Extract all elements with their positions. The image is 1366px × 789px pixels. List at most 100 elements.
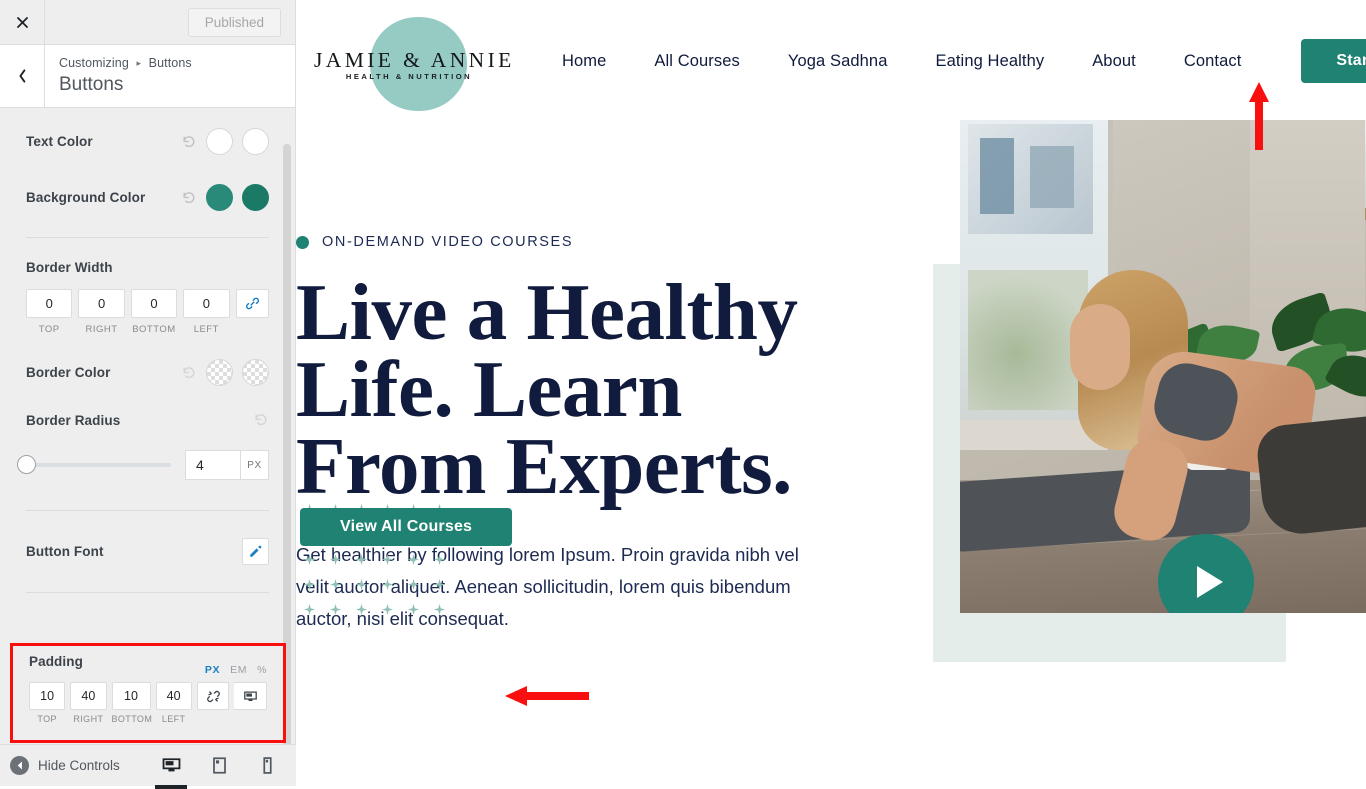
hero-eyebrow-label: ON-DEMAND VIDEO COURSES <box>322 234 574 250</box>
reset-icon[interactable] <box>181 365 197 381</box>
control-border-width: Border Width 0 TOP 0 RIGHT 0 BOTTOM 0 LE… <box>26 238 269 335</box>
padding-top: 10 TOP <box>29 682 66 724</box>
nav-item-about[interactable]: About <box>1068 52 1160 71</box>
pencil-icon[interactable] <box>242 538 269 565</box>
padding-left: 40 LEFT <box>155 682 192 724</box>
desktop-icon[interactable] <box>234 682 268 710</box>
slider-handle[interactable] <box>17 455 36 474</box>
breadcrumb-separator-icon: ▸ <box>136 58 142 68</box>
view-all-courses-button[interactable]: View All Courses <box>300 508 513 546</box>
border-width-label: Border Width <box>26 260 113 275</box>
border-width-left-caption: LEFT <box>193 324 219 335</box>
padding-right-input[interactable]: 40 <box>70 682 107 710</box>
control-border-color: Border Color <box>26 335 269 386</box>
site-logo[interactable]: JAMIE & ANNIE HEALTH & NUTRITION <box>314 9 511 113</box>
border-radius-slider-row: 4 PX <box>17 450 269 480</box>
border-width-inputs: 0 TOP 0 RIGHT 0 BOTTOM 0 LEFT <box>26 289 269 335</box>
customizer-footer: Hide Controls <box>0 744 296 789</box>
padding-unit-percent[interactable]: % <box>257 664 267 676</box>
padding-bottom: 10 BOTTOM <box>111 682 153 724</box>
background-color-label: Background Color <box>26 190 146 205</box>
customizer-screen: Published Customizing ▸ Buttons Buttons <box>0 0 1366 789</box>
padding-bottom-input[interactable]: 10 <box>111 682 151 710</box>
hero-visual <box>933 120 1366 786</box>
padding-right: 40 RIGHT <box>70 682 107 724</box>
section-header-text: Customizing ▸ Buttons Buttons <box>45 45 192 107</box>
reset-icon[interactable] <box>181 190 197 206</box>
padding-unit-switcher: PX EM % <box>205 664 267 676</box>
text-color-label: Text Color <box>26 134 93 149</box>
nav-item-all-courses[interactable]: All Courses <box>630 52 763 71</box>
site-header: JAMIE & ANNIE HEALTH & NUTRITION Home Al… <box>296 0 1366 122</box>
page-title: Live a Healthy Life. Learn From Experts. <box>296 272 896 507</box>
control-button-font: Button Font <box>26 511 269 565</box>
border-radius-label: Border Radius <box>26 412 121 428</box>
page-title: Buttons <box>59 74 124 95</box>
start-learning-button[interactable]: Start Learning <box>1301 39 1366 83</box>
hero-title-line-3: From Experts. <box>296 421 792 511</box>
padding-unit-px[interactable]: PX <box>205 664 220 676</box>
border-width-left: 0 LEFT <box>183 289 230 335</box>
padding-label: Padding <box>29 654 83 669</box>
border-radius-slider[interactable] <box>17 455 171 474</box>
control-background-color: Background Color <box>26 155 269 211</box>
nav-item-contact[interactable]: Contact <box>1160 52 1266 71</box>
breadcrumb-root[interactable]: Customizing <box>59 56 129 70</box>
link-icon[interactable] <box>235 289 269 318</box>
border-width-right-input[interactable]: 0 <box>78 289 125 318</box>
control-padding-highlighted: Padding PX EM % 10 TOP 40 RIGHT 10 BOTTO… <box>10 643 286 743</box>
padding-left-input[interactable]: 40 <box>155 682 192 710</box>
broken-link-icon[interactable] <box>196 682 230 710</box>
close-icon[interactable] <box>0 0 45 45</box>
hero-photo <box>960 120 1366 613</box>
yoga-figure <box>1070 270 1366 547</box>
border-color-swatch-1[interactable] <box>206 359 233 386</box>
customizer-topbar: Published <box>0 0 295 45</box>
padding-top-input[interactable]: 10 <box>29 682 66 710</box>
hide-controls-button[interactable]: Hide Controls <box>0 756 120 775</box>
collapse-left-icon <box>10 756 29 775</box>
mobile-icon[interactable] <box>254 753 280 779</box>
section-header: Customizing ▸ Buttons Buttons <box>0 45 295 108</box>
button-font-label: Button Font <box>26 544 104 559</box>
publish-button[interactable]: Published <box>187 7 281 37</box>
desktop-icon[interactable] <box>155 753 187 789</box>
padding-unit-em[interactable]: EM <box>230 664 247 676</box>
border-width-top: 0 TOP <box>26 289 73 335</box>
border-width-bottom: 0 BOTTOM <box>130 289 178 335</box>
border-width-bottom-input[interactable]: 0 <box>130 289 178 318</box>
nav-item-home[interactable]: Home <box>538 52 630 71</box>
padding-right-caption: RIGHT <box>73 714 104 724</box>
nav-item-eating-healthy[interactable]: Eating Healthy <box>911 52 1068 71</box>
border-width-right-caption: RIGHT <box>85 324 118 335</box>
border-radius-unit[interactable]: PX <box>240 450 269 480</box>
reset-icon[interactable] <box>253 412 269 428</box>
border-radius-input[interactable]: 4 <box>185 450 240 480</box>
hero-section: ON-DEMAND VIDEO COURSES Live a Healthy Li… <box>296 120 1366 786</box>
hero-eyebrow: ON-DEMAND VIDEO COURSES <box>296 234 896 250</box>
padding-left-caption: LEFT <box>161 714 186 724</box>
play-icon <box>1196 566 1223 598</box>
bullet-dot-icon <box>296 235 309 249</box>
border-radius-value-group: 4 PX <box>185 450 269 480</box>
divider <box>26 592 269 593</box>
background-color-swatch-2[interactable] <box>242 184 269 211</box>
border-width-top-input[interactable]: 0 <box>26 289 73 318</box>
chevron-left-icon[interactable] <box>0 45 45 107</box>
reset-icon[interactable] <box>181 134 197 150</box>
padding-top-caption: TOP <box>37 714 57 724</box>
text-color-swatch-1[interactable] <box>206 128 233 155</box>
breadcrumb-current: Buttons <box>148 56 192 70</box>
text-color-swatch-2[interactable] <box>242 128 269 155</box>
device-preview-switcher <box>155 753 280 789</box>
border-width-left-input[interactable]: 0 <box>183 289 230 318</box>
breadcrumb[interactable]: Customizing ▸ Buttons <box>59 55 192 71</box>
background-color-swatch-1[interactable] <box>206 184 233 211</box>
padding-bottom-caption: BOTTOM <box>111 714 153 724</box>
control-text-color: Text Color <box>26 108 269 155</box>
logo-subtitle: HEALTH & NUTRITION <box>345 72 473 81</box>
nav-item-yoga-sadhna[interactable]: Yoga Sadhna <box>764 52 912 71</box>
tablet-icon[interactable] <box>206 753 232 779</box>
border-color-swatch-2[interactable] <box>242 359 269 386</box>
main-navigation: Home All Courses Yoga Sadhna Eating Heal… <box>538 52 1265 71</box>
